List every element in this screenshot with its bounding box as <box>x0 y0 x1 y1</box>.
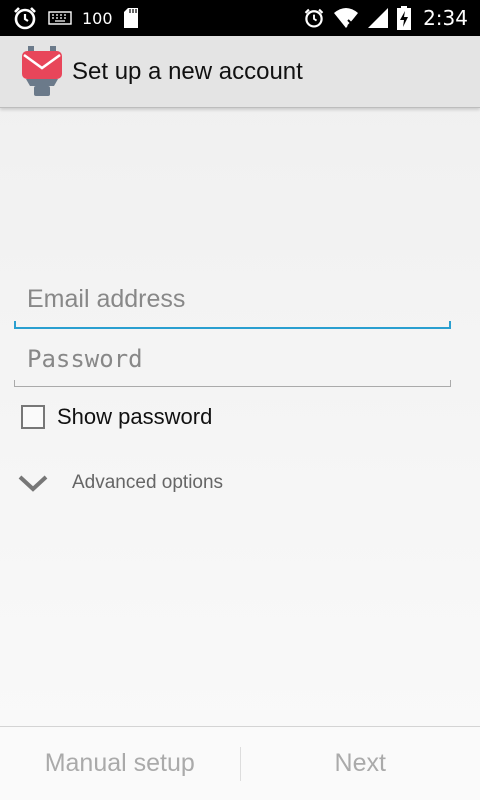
battery-percent: 100 <box>82 8 113 28</box>
action-bar: Set up a new account <box>0 36 480 108</box>
chevron-down-icon <box>18 474 48 492</box>
manual-setup-button[interactable]: Manual setup <box>0 749 240 778</box>
status-bar: 100 2:34 <box>0 0 480 36</box>
show-password-label: Show password <box>57 404 213 429</box>
page-title: Set up a new account <box>72 57 303 85</box>
show-password-row[interactable]: Show password <box>21 404 212 430</box>
email-field[interactable]: Email address <box>14 285 451 329</box>
password-field[interactable]: Password <box>14 345 451 387</box>
sd-card-icon <box>123 7 139 29</box>
app-logo-icon <box>20 45 64 98</box>
alarm-icon <box>12 5 38 31</box>
email-placeholder: Email address <box>27 285 186 313</box>
advanced-options-toggle[interactable]: Advanced options <box>18 472 223 494</box>
advanced-options-label: Advanced options <box>72 472 224 493</box>
next-button[interactable]: Next <box>241 749 480 778</box>
wifi-icon <box>333 7 359 29</box>
show-password-checkbox[interactable] <box>21 405 45 429</box>
keyboard-icon <box>48 10 72 26</box>
password-placeholder: Password <box>27 345 143 373</box>
clock: 2:34 <box>423 6 468 30</box>
cell-signal-icon <box>367 7 389 29</box>
bottom-button-bar: Manual setup Next <box>0 726 480 800</box>
battery-charging-icon <box>397 6 412 30</box>
alarm-icon <box>303 7 325 29</box>
